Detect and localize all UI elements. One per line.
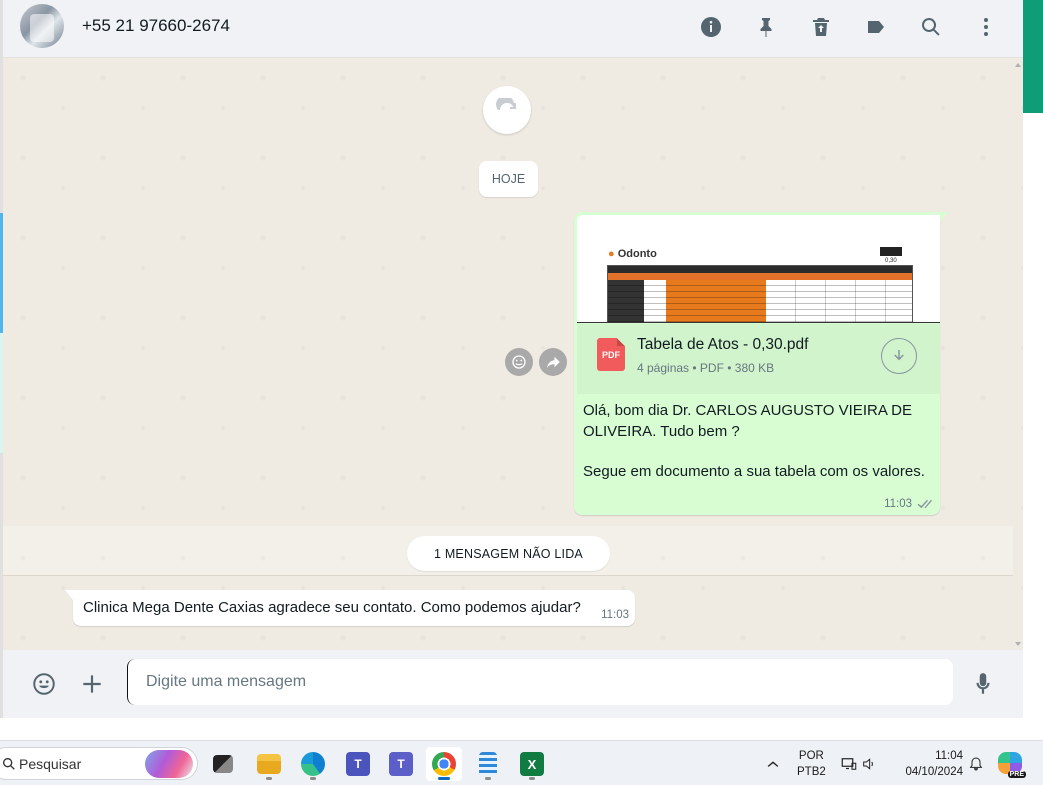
emoji-icon[interactable] — [30, 670, 58, 698]
notifications-button[interactable] — [968, 741, 984, 785]
chat-area[interactable]: HOJE ● Odonto 0,30 PDF Tabela de Atos - … — [3, 58, 1023, 650]
delete-icon[interactable] — [793, 10, 848, 44]
forward-icon[interactable] — [539, 348, 567, 376]
keyboard-layout: PTB2 — [797, 765, 826, 778]
menu-icon[interactable] — [958, 10, 1013, 44]
file-type: PDF — [699, 361, 724, 375]
folder-icon — [257, 754, 281, 774]
file-meta: 4 páginas • PDF • 380 KB — [637, 361, 775, 375]
message-text: Clinica Mega Dente Caxias agradece seu c… — [83, 599, 581, 616]
unread-divider: 1 MENSAGEM NÃO LIDA — [407, 536, 610, 571]
taskbar-chrome[interactable] — [426, 747, 462, 781]
taskbar-excel[interactable]: X — [514, 747, 550, 781]
message-line: Olá, bom dia Dr. CARLOS AUGUSTO VIEIRA D… — [583, 402, 912, 440]
teams-icon: T — [346, 752, 370, 776]
search-icon — [1, 756, 17, 772]
file-pages: 4 páginas — [637, 361, 690, 375]
pdf-preview-badge — [880, 247, 902, 256]
attach-plus-icon[interactable] — [78, 670, 106, 698]
right-edge-accent — [1023, 0, 1043, 113]
scroll-up-arrow[interactable] — [1015, 63, 1021, 67]
emoji-react-icon[interactable] — [505, 348, 533, 376]
chrome-icon — [432, 752, 456, 776]
message-composer — [3, 650, 1023, 718]
language-code: POR — [798, 749, 824, 762]
double-check-icon — [917, 499, 932, 508]
copilot-button[interactable]: PRE — [998, 741, 1026, 785]
pdf-preview-logo: ● Odonto — [608, 248, 657, 260]
pdf-file-icon: PDF — [597, 338, 625, 371]
refresh-icon — [496, 98, 516, 110]
taskbar-file-explorer[interactable] — [251, 747, 287, 781]
download-icon — [894, 350, 904, 361]
taskbar-teams-work[interactable]: T — [340, 747, 376, 781]
file-attachment[interactable]: PDF Tabela de Atos - 0,30.pdf 4 páginas … — [577, 324, 940, 394]
edge-icon — [301, 752, 325, 776]
file-name[interactable]: Tabela de Atos - 0,30.pdf — [637, 336, 808, 354]
avatar[interactable] — [20, 4, 64, 48]
excel-icon: X — [520, 752, 544, 776]
pdf-preview-value: 0,30 — [885, 258, 897, 264]
clock-date: 04/10/2024 — [905, 765, 963, 778]
taskbar-teams[interactable]: T — [383, 747, 419, 781]
notepad-icon — [479, 752, 497, 776]
scroll-down-arrow[interactable] — [1015, 642, 1021, 646]
input-language-indicator[interactable]: POR PTB2 — [797, 741, 826, 785]
desktop-gap — [0, 718, 1043, 740]
taskbar-edge[interactable] — [295, 747, 331, 781]
tray-overflow-button[interactable] — [765, 741, 781, 785]
contact-name[interactable]: +55 21 97660-2674 — [82, 16, 230, 36]
label-icon[interactable] — [848, 10, 903, 44]
header-actions — [683, 10, 1013, 44]
chevron-up-icon — [767, 760, 779, 767]
download-button[interactable] — [881, 338, 917, 374]
incoming-message[interactable]: Clinica Mega Dente Caxias agradece seu c… — [65, 590, 635, 626]
message-meta: 11:03 — [884, 498, 932, 510]
message-time: 11:03 — [884, 498, 912, 510]
network-icon — [841, 757, 857, 770]
task-view-icon — [213, 755, 233, 773]
pdf-preview[interactable]: ● Odonto 0,30 — [577, 215, 940, 323]
load-older-button[interactable] — [483, 86, 531, 134]
window-right-edge — [1023, 0, 1043, 718]
microphone-icon[interactable] — [969, 670, 997, 698]
volume-icon — [863, 757, 873, 770]
clock[interactable]: 11:04 04/10/2024 — [897, 741, 963, 785]
taskbar-search-label: Pesquisar — [19, 756, 82, 772]
taskbar-notepad[interactable] — [470, 747, 506, 781]
clock-time: 11:04 — [935, 749, 963, 762]
info-icon[interactable] — [683, 10, 738, 44]
task-view-button[interactable] — [205, 747, 241, 781]
message-input[interactable] — [127, 659, 953, 705]
pin-icon[interactable] — [738, 10, 793, 44]
bell-icon — [969, 756, 983, 770]
message-text: Olá, bom dia Dr. CARLOS AUGUSTO VIEIRA D… — [583, 401, 938, 483]
outgoing-message[interactable]: ● Odonto 0,30 PDF Tabela de Atos - 0,30.… — [574, 212, 948, 515]
windows-taskbar: Pesquisar T T X POR PTB2 11:04 04/10/202… — [0, 740, 1043, 785]
file-size: 380 KB — [734, 361, 775, 375]
pdf-preview-table — [607, 265, 913, 322]
search-highlight-art — [145, 750, 193, 778]
search-icon[interactable] — [903, 10, 958, 44]
taskbar-search[interactable]: Pesquisar — [0, 747, 198, 780]
teams-icon: T — [389, 752, 413, 776]
date-chip: HOJE — [479, 161, 538, 197]
network-volume-tray[interactable] — [840, 741, 877, 785]
copilot-badge: PRE — [1007, 770, 1026, 778]
message-time: 11:03 — [601, 609, 629, 621]
message-line: Segue em documento a sua tabela com os v… — [583, 463, 925, 480]
right-edge-panel — [1023, 113, 1043, 718]
message-hover-actions — [505, 348, 567, 376]
chat-header: +55 21 97660-2674 — [3, 0, 1023, 58]
